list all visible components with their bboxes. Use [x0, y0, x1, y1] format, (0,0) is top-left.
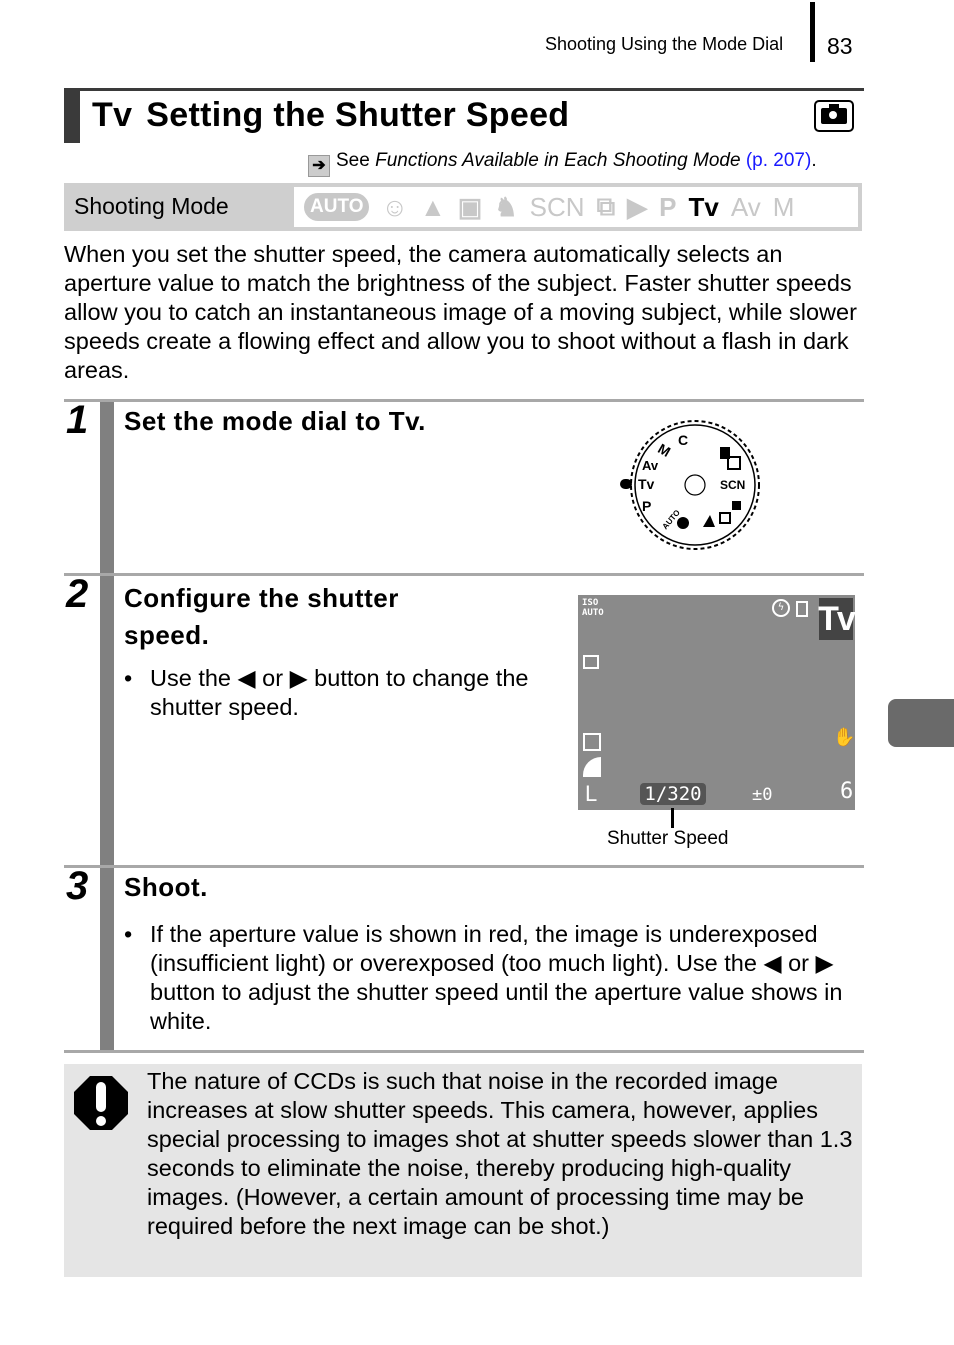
tv-mode-badge: Tv: [818, 598, 856, 640]
image-stabilizer-icon: ✋: [833, 727, 856, 748]
drive-mode-icon: [583, 655, 599, 669]
reference-line: ➔ See Functions Available in Each Shootin…: [308, 150, 817, 177]
compression-icon: [583, 757, 601, 777]
dial-label-p: P: [642, 498, 651, 514]
step-number: 2: [66, 572, 89, 616]
intro-paragraph: When you set the shutter speed, the came…: [64, 241, 857, 383]
page-title: Tv Setting the Shutter Speed: [92, 96, 569, 135]
step-divider: [64, 399, 864, 402]
step-bar: [100, 576, 114, 865]
metering-icon: [583, 733, 601, 751]
step-bullet: • Use the ◀ or ▶ button to change the sh…: [124, 665, 529, 720]
shutter-speed-readout: 1/320: [640, 783, 706, 805]
lcd-screen-illustration: ISO AUTO ϟ Tv ✋ L 1/320 ±0 6: [578, 595, 856, 810]
chapter-tab[interactable]: [888, 699, 954, 747]
step-divider: [64, 573, 864, 576]
movie-icon: ▶: [627, 191, 648, 222]
m-mode-icon: M: [772, 191, 795, 222]
shooting-mode-label: Shooting Mode: [74, 193, 229, 219]
shooting-mode-icons: AUTO ☺ ▲ ▣ ♞ SCN ⧉ ▶ P Tv Av M: [294, 187, 858, 227]
running-head: Shooting Using the Mode Dial: [545, 34, 784, 54]
callout-line: [671, 808, 674, 828]
auto-mode-icon: AUTO: [304, 193, 370, 221]
shots-remaining: 6: [840, 779, 854, 804]
page-link[interactable]: (p. 207): [746, 150, 811, 171]
title-rule: [64, 88, 864, 91]
step-title: Configure the shutter speed.: [124, 583, 399, 650]
step-bar: [100, 402, 114, 573]
title-accent-bar: [64, 88, 80, 143]
step-title: Shoot.: [124, 872, 208, 902]
step-title: Set the mode dial to Tv.: [124, 406, 426, 436]
left-arrow-icon: ◀: [237, 665, 256, 691]
shutter-speed-callout: Shutter Speed: [607, 828, 729, 849]
dial-label-tv: Tv: [638, 476, 655, 492]
dial-label-c: C: [678, 432, 688, 448]
step-divider: [64, 865, 864, 868]
portrait-icon: ☺: [381, 191, 409, 222]
self-timer-icon: [796, 601, 808, 617]
image-size-indicator: L: [585, 781, 598, 806]
page-number: 83: [827, 33, 853, 59]
caution-icon: [74, 1076, 128, 1130]
landscape-icon: ▲: [420, 191, 446, 222]
step-bar: [100, 868, 114, 1050]
tv-mode-glyph: Tv: [92, 96, 133, 134]
scn-mode-icon: SCN: [529, 191, 585, 222]
right-arrow-icon: ▶: [289, 665, 308, 691]
step-number: 3: [66, 864, 89, 908]
step-divider: [64, 1050, 864, 1053]
dial-label-av: Av: [642, 458, 659, 473]
av-mode-icon: Av: [730, 191, 761, 222]
dial-portrait-icon: [677, 517, 689, 529]
exposure-comp-readout: ±0: [752, 785, 773, 805]
night-scene-icon: ▣: [457, 191, 483, 222]
mode-dial-illustration: C M Av Tv P AUTO SCN: [620, 420, 760, 550]
left-arrow-icon: ◀: [763, 950, 782, 976]
step-number: 1: [66, 398, 89, 442]
step-bullet: • If the aperture value is shown in red,…: [124, 921, 843, 1034]
dial-pointer: [620, 479, 632, 489]
arrow-right-icon: ➔: [308, 155, 330, 177]
page-title-text: Setting the Shutter Speed: [146, 96, 570, 134]
dial-kids-icon: [732, 501, 741, 510]
kids-pets-icon: ♞: [494, 191, 518, 222]
iso-auto-indicator: ISO AUTO: [582, 598, 604, 618]
stitch-assist-icon: ⧉: [596, 191, 616, 221]
dial-center: [684, 474, 706, 496]
right-arrow-icon: ▶: [815, 950, 834, 976]
caution-text: The nature of CCDs is such that noise in…: [147, 1068, 853, 1239]
dial-label-scn: SCN: [720, 478, 745, 492]
header-divider: [810, 2, 815, 62]
tv-mode-icon: Tv: [688, 191, 719, 222]
camera-icon: [814, 100, 854, 132]
p-mode-icon: P: [659, 191, 677, 222]
flash-off-icon: ϟ: [772, 599, 790, 617]
